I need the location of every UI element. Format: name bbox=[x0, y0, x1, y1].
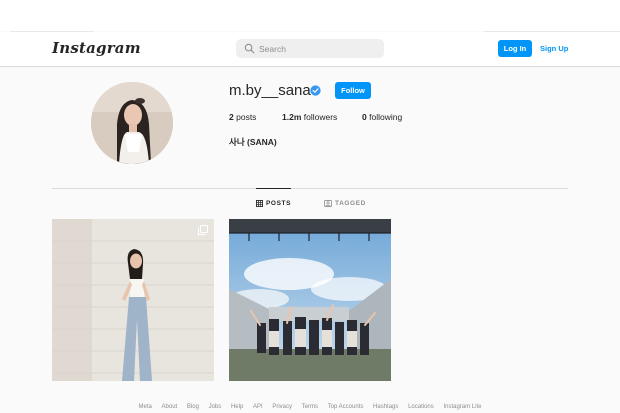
tag-icon bbox=[324, 200, 332, 207]
following-label: following bbox=[369, 112, 403, 122]
followers-stat[interactable]: 1.2m followers bbox=[282, 112, 337, 122]
post-1-photo bbox=[52, 219, 214, 381]
top-navbar: Instagram Log In Sign Up bbox=[0, 32, 620, 67]
grid-icon bbox=[256, 200, 263, 207]
followers-label: followers bbox=[303, 112, 338, 122]
posts-label: posts bbox=[236, 112, 257, 122]
multiple-photos-icon bbox=[198, 225, 208, 235]
follow-button[interactable]: Follow bbox=[335, 82, 371, 99]
footer-link[interactable]: Top Accounts bbox=[328, 404, 364, 410]
profile-full-name: 사나 (SANA) bbox=[229, 137, 277, 147]
footer-link[interactable]: Meta bbox=[139, 404, 152, 410]
post-2-photo bbox=[229, 219, 391, 381]
posts-count: 2 bbox=[229, 112, 234, 122]
footer-link[interactable]: Help bbox=[231, 404, 243, 410]
following-count: 0 bbox=[362, 112, 367, 122]
profile-avatar[interactable] bbox=[91, 82, 173, 164]
browser-top-area bbox=[0, 0, 620, 31]
footer-link[interactable]: Privacy bbox=[272, 404, 292, 410]
login-button[interactable]: Log In bbox=[498, 40, 532, 57]
footer-links: Meta About Blog Jobs Help API Privacy Te… bbox=[0, 404, 620, 410]
followers-count: 1.2m bbox=[282, 112, 302, 122]
footer-link[interactable]: Jobs bbox=[209, 404, 222, 410]
post-thumbnail-1[interactable] bbox=[52, 219, 214, 381]
search-input[interactable] bbox=[259, 39, 379, 58]
footer-link[interactable]: About bbox=[162, 404, 178, 410]
signup-link[interactable]: Sign Up bbox=[540, 40, 568, 57]
footer-link[interactable]: Locations bbox=[408, 404, 434, 410]
footer-link[interactable]: API bbox=[253, 404, 263, 410]
instagram-logo[interactable]: Instagram bbox=[52, 39, 141, 57]
footer-link[interactable]: Terms bbox=[302, 404, 318, 410]
posts-stat: 2 posts bbox=[229, 112, 256, 122]
footer-link[interactable]: Hashtags bbox=[373, 404, 398, 410]
tab-tagged-label: TAGGED bbox=[335, 200, 366, 207]
tab-posts[interactable]: POSTS bbox=[256, 200, 291, 207]
active-tab-indicator bbox=[256, 188, 291, 189]
post-thumbnail-2[interactable] bbox=[229, 219, 391, 381]
tab-tagged[interactable]: TAGGED bbox=[324, 200, 366, 207]
profile-username: m.by__sana bbox=[229, 82, 311, 99]
verified-badge-icon bbox=[310, 85, 321, 96]
content-divider bbox=[52, 188, 568, 189]
footer-link[interactable]: Blog bbox=[187, 404, 199, 410]
avatar-photo bbox=[91, 82, 173, 164]
tab-posts-label: POSTS bbox=[266, 200, 292, 207]
search-icon bbox=[244, 43, 255, 54]
footer-link[interactable]: Instagram Lite bbox=[443, 404, 481, 410]
following-stat[interactable]: 0 following bbox=[362, 112, 402, 122]
search-box[interactable] bbox=[236, 39, 384, 58]
